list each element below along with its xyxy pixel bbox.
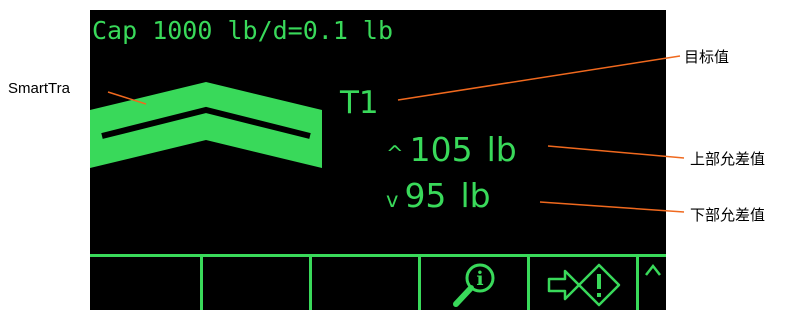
softkey-3[interactable] <box>309 257 418 310</box>
scroll-up-icon <box>644 263 661 276</box>
terminal-display: Cap 1000 lb/d=0.1 lb T1 ^ 105 lb v 95 lb… <box>90 10 666 310</box>
lower-tolerance-symbol: v <box>386 188 399 212</box>
smarttrac-graphic <box>90 82 322 168</box>
softkey-target-transfer[interactable] <box>527 257 636 310</box>
page: Cap 1000 lb/d=0.1 lb T1 ^ 105 lb v 95 lb… <box>0 0 806 310</box>
softkey-bar: i <box>90 254 666 310</box>
lower-tolerance-value: 95 <box>404 176 447 215</box>
smarttrac-bar <box>90 82 322 168</box>
softkey-1[interactable] <box>90 257 200 310</box>
callout-smarttrac: SmartTra <box>8 80 70 97</box>
softkey-2[interactable] <box>200 257 309 310</box>
capacity-line: Cap 1000 lb/d=0.1 lb <box>92 16 394 45</box>
svg-text:i: i <box>476 268 483 290</box>
upper-tolerance-symbol: ^ <box>386 142 404 166</box>
callout-lower-tolerance: 下部允差值 <box>690 207 766 224</box>
lower-tolerance: v 95 lb <box>386 176 491 216</box>
lower-tolerance-unit: lb <box>460 176 491 215</box>
upper-tolerance-value: 105 <box>409 130 473 169</box>
target-transfer-icon <box>547 263 621 307</box>
target-id: T1 <box>340 85 379 121</box>
info-magnifier-icon: i <box>453 263 495 307</box>
callout-target-value: 目标值 <box>684 49 730 66</box>
softkey-info-recall[interactable]: i <box>418 257 527 310</box>
softkey-scroll-up[interactable] <box>636 257 666 310</box>
callout-upper-tolerance: 上部允差值 <box>690 151 766 168</box>
upper-tolerance-unit: lb <box>486 130 517 169</box>
upper-tolerance: ^ 105 lb <box>386 130 517 170</box>
